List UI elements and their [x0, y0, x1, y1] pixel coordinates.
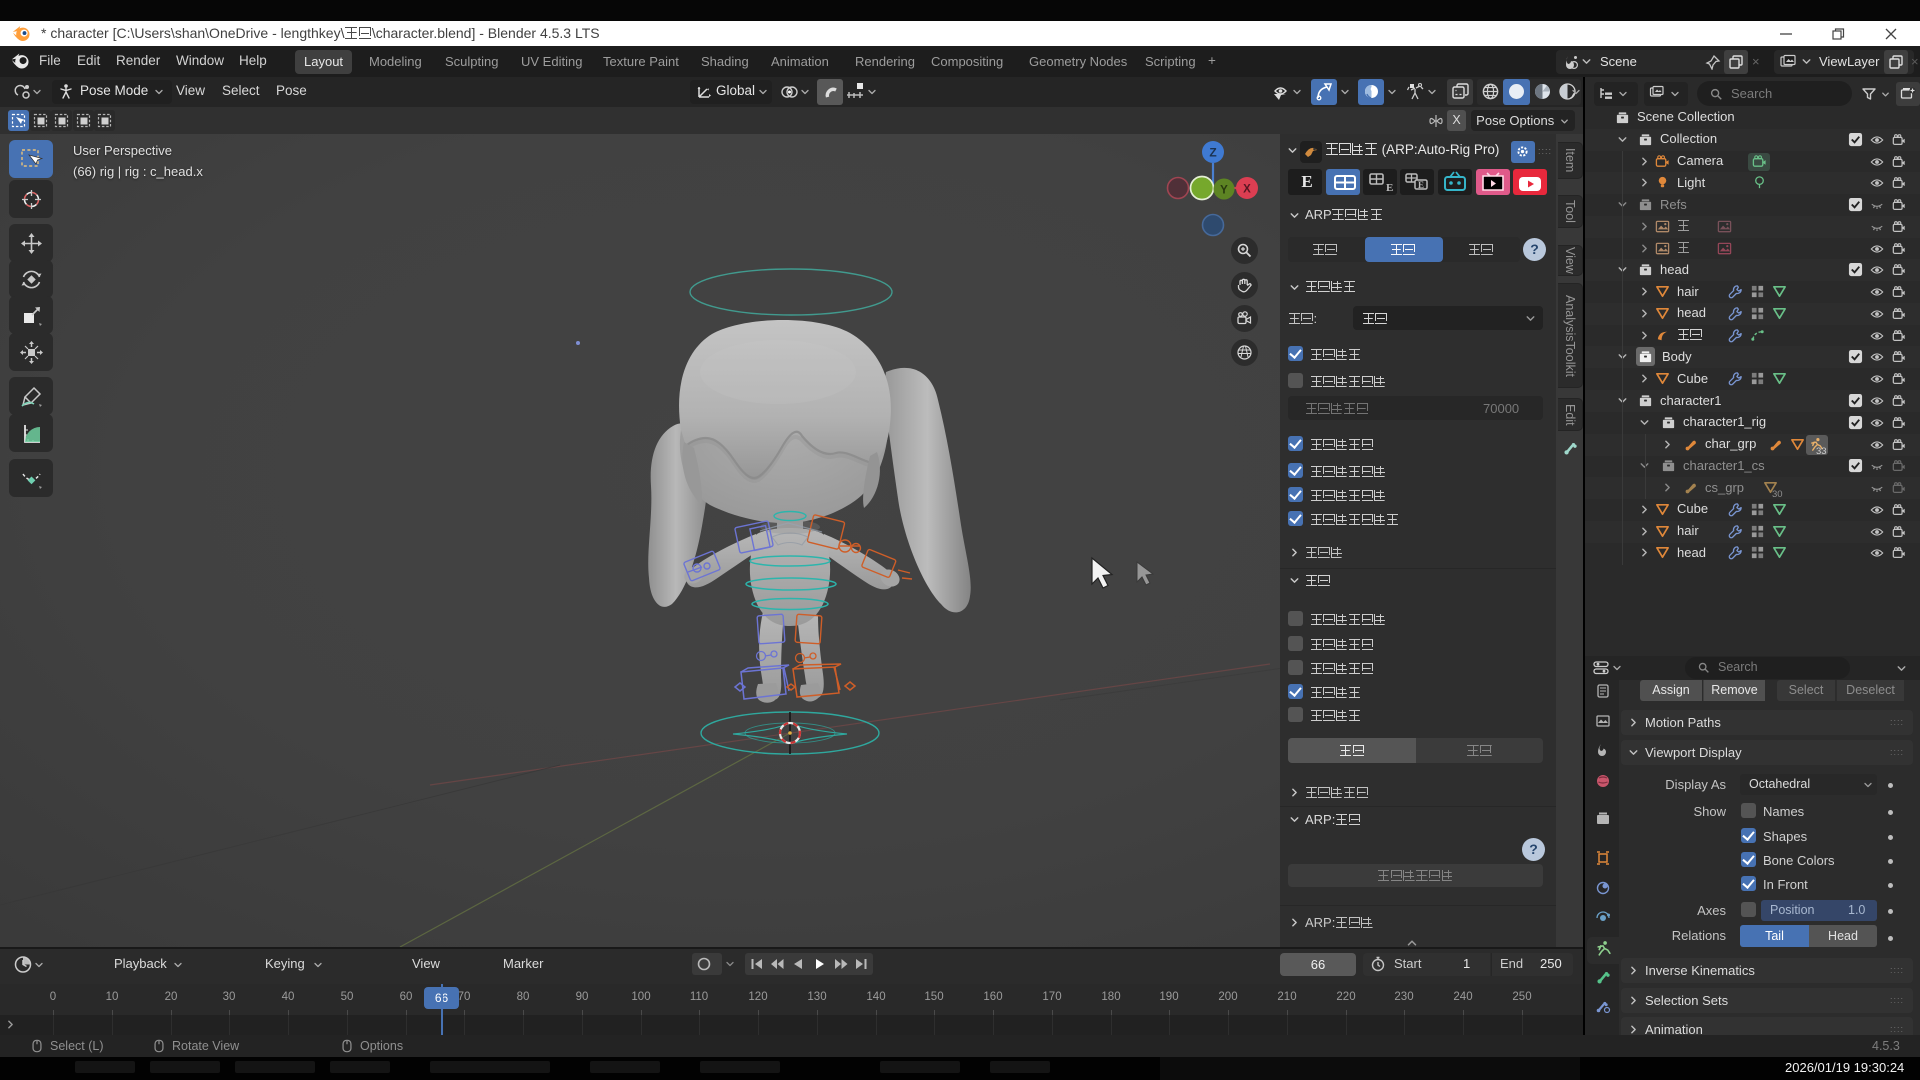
svg-text:Y: Y	[1220, 185, 1228, 197]
svg-text:Z: Z	[1209, 146, 1216, 160]
svg-text:E: E	[1301, 172, 1312, 191]
svg-text:E: E	[1386, 182, 1393, 194]
svg-text:E: E	[1418, 180, 1424, 190]
svg-text:X: X	[1243, 184, 1251, 196]
